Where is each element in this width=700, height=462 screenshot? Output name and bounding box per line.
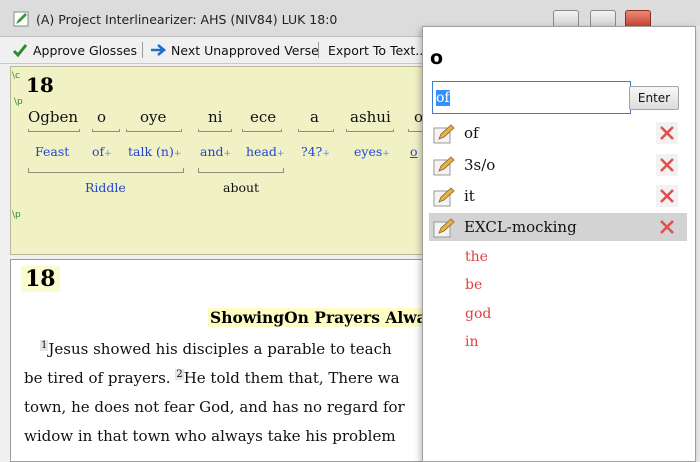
phrase-bracket xyxy=(198,168,284,173)
gloss-text: talk (n) xyxy=(128,144,174,159)
export-to-text-button[interactable]: Export To Text... xyxy=(328,41,427,59)
source-word[interactable]: a xyxy=(310,108,319,126)
word-bracket xyxy=(198,129,232,132)
text-line: 1Jesus showed his disciples a parable to… xyxy=(40,340,392,358)
source-word[interactable]: oye xyxy=(140,108,166,126)
toolbar-divider xyxy=(318,42,319,58)
pencil-app-icon xyxy=(13,11,29,27)
gloss-option[interactable]: it xyxy=(429,182,687,210)
source-word[interactable]: ashui xyxy=(350,108,391,126)
toolbar-divider xyxy=(142,42,143,58)
suggestion-item[interactable]: in xyxy=(465,334,479,350)
verse-number: 2 xyxy=(175,369,184,380)
approve-glosses-button[interactable]: Approve Glosses xyxy=(12,41,137,59)
gloss[interactable]: Feast xyxy=(35,144,69,159)
gloss-text: Feast xyxy=(35,144,70,159)
gloss[interactable]: ?4?+ xyxy=(301,144,330,159)
gloss[interactable]: of+ xyxy=(92,144,112,159)
delete-icon[interactable] xyxy=(656,185,678,207)
phrase-gloss[interactable]: Riddle xyxy=(85,180,126,195)
source-word[interactable]: ni xyxy=(208,108,222,126)
word-bracket xyxy=(242,129,282,132)
gloss-option-label: EXCL-mocking xyxy=(464,218,577,236)
gloss-option[interactable]: 3s/o xyxy=(429,151,687,179)
gloss[interactable]: talk (n)+ xyxy=(128,144,181,159)
plus-icon: + xyxy=(382,149,390,159)
delete-icon[interactable] xyxy=(656,216,678,238)
gloss-option-label: 3s/o xyxy=(464,156,496,174)
word-bracket xyxy=(92,129,120,132)
gloss-text: eyes xyxy=(354,144,383,159)
enter-button[interactable]: Enter xyxy=(629,86,679,110)
approve-glosses-label: Approve Glosses xyxy=(33,42,138,58)
phrase-gloss[interactable]: about xyxy=(223,180,259,195)
plus-icon: + xyxy=(223,149,232,159)
source-word[interactable]: ece xyxy=(250,108,276,126)
verse-number: 18 xyxy=(26,73,54,97)
verse-text: He told them that, There wa xyxy=(183,369,400,387)
gloss-text: o xyxy=(410,144,418,159)
suggestion-item[interactable]: the xyxy=(465,249,488,265)
gloss-text: of xyxy=(92,144,105,159)
gloss[interactable]: and+ xyxy=(200,144,231,159)
next-unapproved-verse-button[interactable]: Next Unapproved Verse xyxy=(150,41,319,59)
text-line: widow in that town who always take his p… xyxy=(24,427,396,445)
edit-icon xyxy=(433,218,455,238)
delete-icon[interactable] xyxy=(656,154,678,176)
source-word[interactable]: Ogben xyxy=(28,108,78,126)
text-line: be tired of prayers. 2He told them that,… xyxy=(24,369,400,387)
gloss-option-label: it xyxy=(464,187,475,205)
gloss-option[interactable]: of xyxy=(429,119,687,147)
plus-icon: + xyxy=(173,149,182,159)
gloss-text: head xyxy=(246,144,277,159)
gloss[interactable]: eyes+ xyxy=(354,144,390,159)
edit-icon xyxy=(433,124,455,144)
word-bracket xyxy=(298,129,334,132)
paragraph-marker-icon: \p xyxy=(14,97,23,107)
gloss-input[interactable] xyxy=(432,81,631,114)
paragraph-marker-icon: \p xyxy=(12,210,21,220)
word-bracket xyxy=(126,129,182,132)
section-heading: ShowingOn Prayers Alwa xyxy=(208,308,429,327)
source-word[interactable]: o xyxy=(97,108,106,126)
gloss-option-label: of xyxy=(464,124,479,142)
plus-icon: + xyxy=(104,149,112,159)
plus-icon: + xyxy=(322,149,330,159)
word-bracket xyxy=(28,129,80,132)
verse-text: be tired of prayers. xyxy=(24,369,176,387)
next-unapproved-verse-label: Next Unapproved Verse xyxy=(171,42,319,58)
arrow-right-icon xyxy=(151,44,167,56)
suggestion-item[interactable]: god xyxy=(465,306,491,322)
checkmark-icon xyxy=(12,44,28,58)
phrase-bracket xyxy=(28,168,184,173)
main-window: (A) Project Interlinearizer: AHS (NIV84)… xyxy=(0,0,700,462)
gloss-popup: o Enter of 3s/o xyxy=(422,26,696,462)
gloss-text: ?4? xyxy=(301,144,323,159)
paragraph-marker-icon: \c xyxy=(12,71,20,81)
chapter-number: 18 xyxy=(21,266,60,292)
delete-icon[interactable] xyxy=(656,122,678,144)
gloss-option-selected[interactable]: EXCL-mocking xyxy=(429,213,687,241)
gloss[interactable]: head+ xyxy=(246,144,284,159)
gloss-text: and xyxy=(200,144,224,159)
text-line: town, he does not fear God, and has no r… xyxy=(24,398,405,416)
word-bracket xyxy=(346,129,394,132)
gloss[interactable]: o xyxy=(410,144,418,159)
popup-source-word: o xyxy=(430,47,444,69)
plus-icon: + xyxy=(276,149,285,159)
suggestion-item[interactable]: be xyxy=(465,277,482,293)
window-title: (A) Project Interlinearizer: AHS (NIV84)… xyxy=(36,12,338,27)
verse-text: Jesus showed his disciples a parable to … xyxy=(48,340,392,358)
export-to-text-label: Export To Text... xyxy=(328,42,428,58)
edit-icon xyxy=(433,187,455,207)
edit-icon xyxy=(433,156,455,176)
